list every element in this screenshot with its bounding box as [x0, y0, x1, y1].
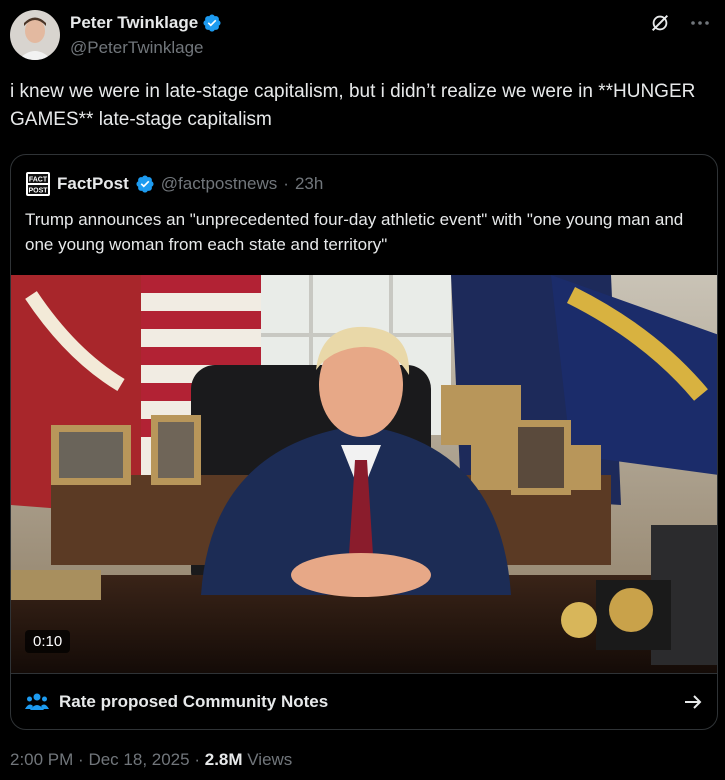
post-date[interactable]: Dec 18, 2025	[88, 750, 189, 769]
video-player[interactable]	[11, 275, 717, 673]
community-notes-bar[interactable]: Rate proposed Community Notes	[11, 673, 717, 729]
view-count: 2.8M	[204, 750, 243, 769]
quoted-author-name[interactable]: FactPost	[57, 174, 129, 194]
logo-text-top: FACT	[29, 177, 48, 184]
views-label: Views	[247, 750, 293, 769]
quoted-tweet[interactable]: FACT POST FactPost @factpostnews · 23h T…	[10, 154, 718, 730]
grok-icon[interactable]	[649, 12, 671, 34]
meta-separator: ·	[194, 750, 200, 769]
community-notes-label[interactable]: Rate proposed Community Notes	[59, 692, 328, 712]
tweet-meta: 2:00 PM · Dec 18, 2025 · 2.8M Views	[10, 750, 292, 770]
quoted-separator: ·	[283, 174, 289, 193]
quoted-text: Trump announces an "unprecedented four-d…	[25, 210, 684, 254]
arrow-right-icon[interactable]	[683, 692, 703, 712]
community-notes-icon	[25, 693, 49, 710]
author-handle[interactable]: @PeterTwinklage	[70, 38, 204, 58]
video-time-badge: 0:10	[25, 630, 71, 653]
meta-separator: ·	[78, 750, 84, 769]
logo-text-bottom: POST	[28, 188, 48, 195]
author-name-row: Peter Twinklage	[70, 13, 222, 33]
verified-badge-icon	[203, 14, 221, 32]
author-name[interactable]: Peter Twinklage	[70, 13, 198, 33]
tweet-header: Peter Twinklage @PeterTwinklage	[10, 10, 715, 62]
verified-badge-icon	[136, 175, 154, 193]
avatar[interactable]	[10, 10, 60, 60]
quoted-header: FACT POST FactPost @factpostnews · 23h	[25, 171, 323, 197]
factpost-logo-icon: FACT POST	[26, 172, 50, 196]
quoted-author-handle[interactable]: @factpostnews	[161, 174, 277, 194]
more-icon[interactable]	[689, 16, 711, 30]
video-thumbnail	[11, 275, 717, 673]
tweet-text: i knew we were in late-stage capitalism,…	[10, 81, 696, 130]
post-time[interactable]: 2:00 PM	[10, 750, 73, 769]
quoted-age[interactable]: 23h	[295, 174, 323, 194]
